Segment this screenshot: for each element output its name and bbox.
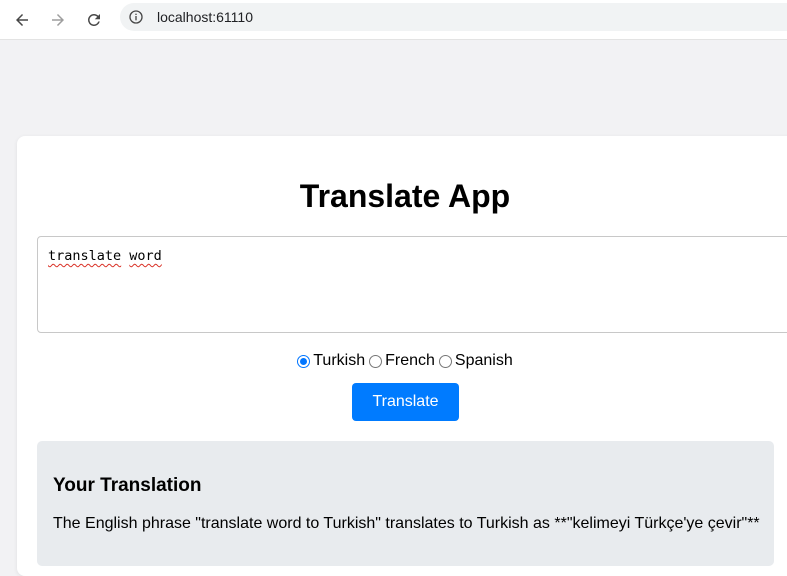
result-heading: Your Translation bbox=[53, 475, 202, 496]
language-label-spanish: Spanish bbox=[454, 352, 513, 369]
language-option-spanish[interactable]: Spanish bbox=[438, 352, 513, 370]
reload-icon bbox=[87, 13, 100, 26]
language-options: Turkish French Spanish bbox=[0, 352, 787, 370]
page-title: Translate App bbox=[299, 178, 511, 214]
result-box bbox=[37, 441, 774, 566]
radio-spanish[interactable] bbox=[438, 354, 452, 368]
translate-button[interactable]: Translate bbox=[352, 383, 459, 421]
reload-button[interactable] bbox=[80, 6, 108, 34]
forward-arrow-icon bbox=[52, 14, 64, 26]
result-text: The English phrase "translate word to Tu… bbox=[53, 515, 760, 532]
language-label-turkish: Turkish bbox=[313, 352, 366, 369]
url-text: localhost:61110 bbox=[157, 9, 253, 25]
radio-french[interactable] bbox=[369, 354, 383, 368]
back-button[interactable] bbox=[8, 6, 36, 34]
word-input[interactable]: translate word bbox=[37, 236, 787, 333]
input-word-2: word bbox=[129, 248, 162, 264]
language-option-turkish[interactable]: Turkish bbox=[297, 352, 365, 370]
forward-button[interactable] bbox=[44, 6, 72, 34]
language-option-french[interactable]: French bbox=[369, 352, 435, 370]
language-label-french: French bbox=[385, 352, 435, 369]
address-bar[interactable]: localhost:61110 bbox=[120, 3, 787, 31]
input-word-1: translate bbox=[48, 248, 122, 264]
site-info-icon[interactable] bbox=[123, 4, 149, 30]
back-arrow-icon bbox=[16, 14, 28, 26]
browser-toolbar: localhost:61110 bbox=[0, 0, 787, 40]
radio-turkish[interactable] bbox=[297, 354, 311, 368]
